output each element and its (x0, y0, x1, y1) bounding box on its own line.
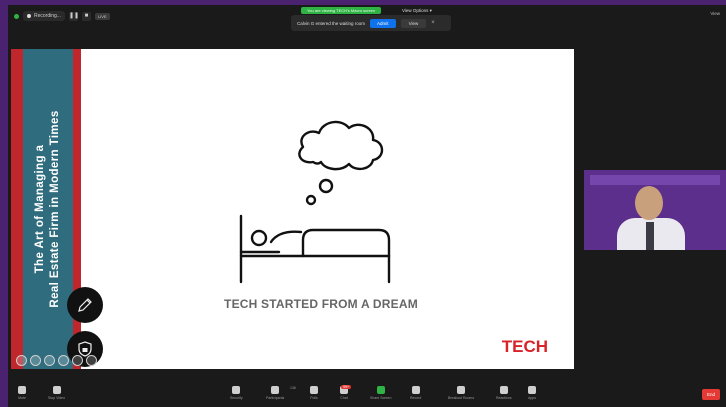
highlighter-icon[interactable] (58, 355, 69, 366)
pause-recording-button[interactable]: ❚❚ (68, 11, 79, 21)
play-icon[interactable] (30, 355, 41, 366)
share-screen-button[interactable]: Share Screen (370, 386, 391, 400)
view-options-button[interactable]: View Options ▾ (402, 8, 432, 14)
camera-icon (52, 386, 61, 394)
end-meeting-button[interactable]: End (701, 389, 720, 400)
participant-count-value: 136 (290, 386, 296, 390)
slide-caption: TECH STARTED FROM A DREAM (224, 297, 418, 311)
close-icon[interactable]: × (431, 20, 435, 26)
record-button[interactable]: Record (410, 386, 421, 400)
slide-title-line1: The Art of Managing a (34, 144, 46, 274)
people-icon (271, 386, 280, 394)
chat-button[interactable]: 99+ Chat (340, 385, 351, 400)
mute-button[interactable]: Mute (18, 386, 26, 400)
annotate-button[interactable] (67, 287, 103, 323)
virtual-background-banner (590, 175, 720, 185)
reactions-button[interactable]: Reactions (496, 386, 512, 400)
recording-indicator: Recording... ❚❚ ■ LIVE (14, 10, 110, 22)
thought-bubble-small (305, 194, 317, 206)
polls-button[interactable]: Polls (310, 386, 318, 400)
bar-chart-icon (310, 386, 318, 394)
thought-cloud-icon (298, 120, 384, 171)
apps-label: Apps (528, 396, 536, 400)
polls-label: Polls (310, 396, 318, 400)
record-label: Record (410, 396, 422, 400)
stop-recording-button[interactable]: ■ (81, 11, 91, 21)
tech-logo: TECH (501, 337, 548, 356)
zoom-icon[interactable] (72, 355, 83, 366)
stop-video-button[interactable]: Stop Video (48, 386, 65, 400)
slide-title: The Art of Managing a Real Estate Firm i… (33, 59, 63, 359)
shared-slide: The Art of Managing a Real Estate Firm i… (11, 49, 574, 369)
shield-icon (232, 386, 241, 394)
see-waiting-room-button[interactable]: View (400, 18, 427, 28)
apps-icon (528, 386, 536, 394)
mute-label: Mute (18, 396, 26, 400)
breakout-rooms-button[interactable]: Breakout Rooms (448, 386, 474, 400)
chat-unread-badge: 99+ (341, 385, 351, 389)
admit-button[interactable]: Admit (370, 18, 396, 28)
grid-icon (457, 386, 466, 394)
record-icon (411, 386, 420, 394)
waiting-room-text: Calvin G entered the waiting room (297, 20, 366, 26)
pen-icon[interactable] (44, 355, 55, 366)
share-screen-label: Share Screen (370, 396, 392, 400)
participants-label: Participants (266, 396, 285, 400)
stop-video-label: Stop Video (48, 396, 66, 400)
live-badge: LIVE (94, 12, 110, 20)
dream-bed-illustration (239, 120, 391, 284)
chat-label: Chat (340, 396, 348, 400)
thought-bubble-large (318, 178, 334, 194)
participant-video-thumbnail[interactable] (584, 170, 726, 250)
recording-pill: Recording... (23, 11, 65, 21)
bed-icon (239, 214, 391, 284)
more-icon[interactable] (86, 355, 97, 366)
record-dot-icon (27, 14, 31, 18)
breakout-label: Breakout Rooms (448, 396, 475, 400)
pencil-icon (78, 298, 92, 312)
apps-button[interactable]: Apps (528, 386, 536, 400)
smiley-icon (499, 386, 508, 394)
screen-share-banner: You are viewing TECH's Macro screen (301, 7, 382, 14)
participants-button[interactable]: Participants (266, 386, 284, 400)
security-button[interactable]: Security (230, 386, 243, 400)
shield-icon (14, 13, 19, 19)
recording-label: Recording... (34, 13, 61, 19)
reactions-label: Reactions (496, 396, 512, 400)
participant-tie (646, 222, 654, 250)
security-label: Security (230, 396, 243, 400)
zoom-window: Recording... ❚❚ ■ LIVE You are viewing T… (8, 5, 726, 407)
slide-nav-controls (16, 355, 97, 366)
microphone-icon (18, 386, 26, 394)
participant-head (635, 186, 663, 220)
prev-slide-icon[interactable] (16, 355, 27, 366)
share-arrow-icon (376, 386, 385, 394)
view-layout-button[interactable]: View (710, 11, 720, 16)
participant-count: 136 (290, 386, 296, 390)
waiting-room-notification: Calvin G entered the waiting room Admit … (291, 15, 451, 31)
meeting-toolbar: Mute Stop Video Security Participants 13… (8, 384, 726, 407)
slide-title-line2: Real Estate Firm in Modern Times (49, 110, 61, 308)
